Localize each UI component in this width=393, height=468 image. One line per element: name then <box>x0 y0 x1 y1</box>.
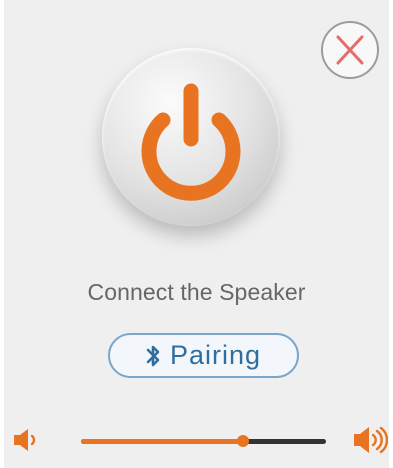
pairing-button[interactable]: Pairing <box>108 333 299 378</box>
power-button[interactable] <box>102 48 280 226</box>
close-button[interactable] <box>321 21 379 79</box>
volume-slider-fill <box>81 439 243 444</box>
volume-slider[interactable] <box>81 434 326 448</box>
volume-low-button[interactable] <box>12 426 40 454</box>
volume-slider-thumb[interactable] <box>237 435 249 447</box>
close-icon <box>336 35 364 65</box>
bluetooth-icon <box>146 345 160 366</box>
power-icon <box>141 83 241 201</box>
volume-high-button[interactable] <box>352 423 389 457</box>
volume-low-icon <box>14 429 36 451</box>
pairing-label: Pairing <box>169 340 262 370</box>
connect-speaker-label: Connect the Speaker <box>87 279 306 305</box>
volume-high-icon <box>354 426 389 454</box>
speaker-control-panel: Connect the Speaker Pairing <box>4 0 389 468</box>
